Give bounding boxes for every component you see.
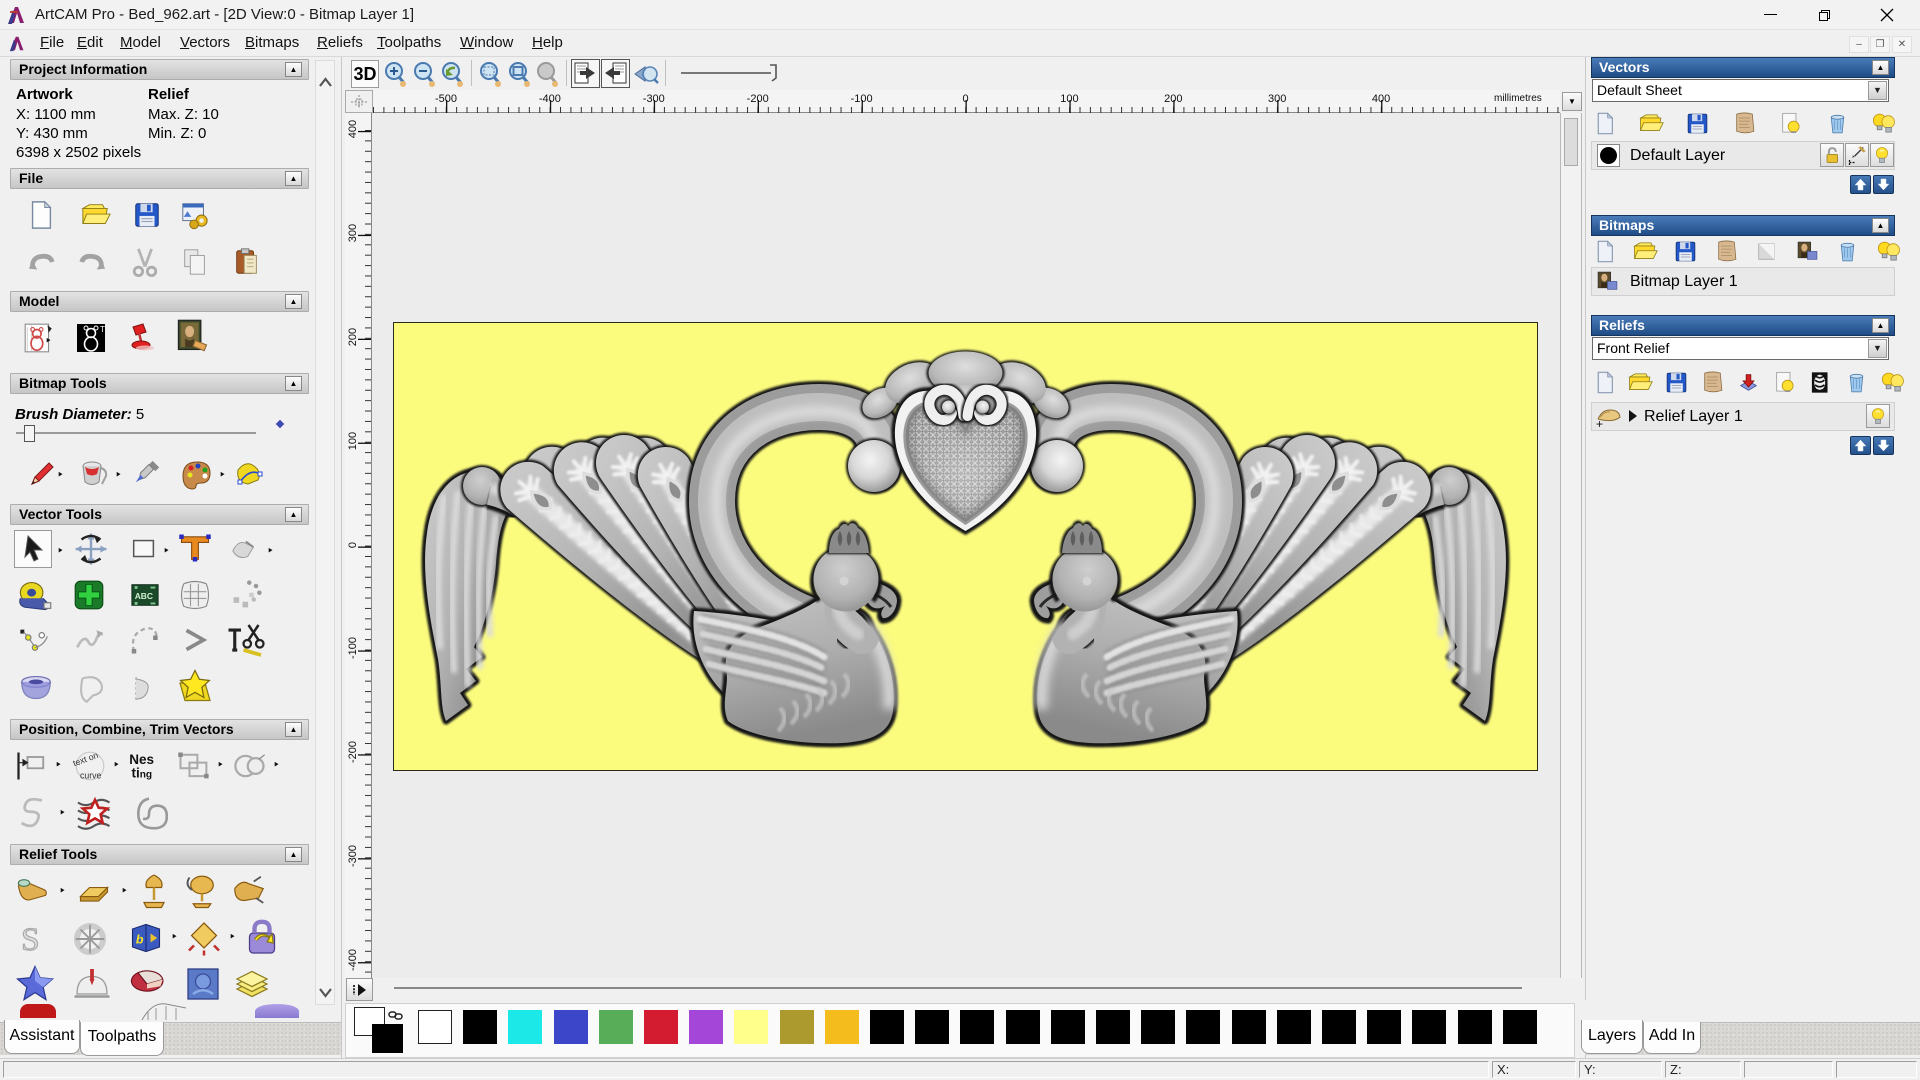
svg-text:b: b — [136, 933, 144, 947]
svg-text:S: S — [21, 921, 40, 958]
svg-text:T: T — [100, 325, 105, 334]
svg-text:curve: curve — [80, 771, 102, 781]
svg-text:+: + — [1596, 417, 1603, 429]
svg-text:ABC: ABC — [135, 591, 153, 601]
svg-text:text on: text on — [71, 750, 99, 768]
svg-text:ting: ting — [132, 765, 153, 780]
